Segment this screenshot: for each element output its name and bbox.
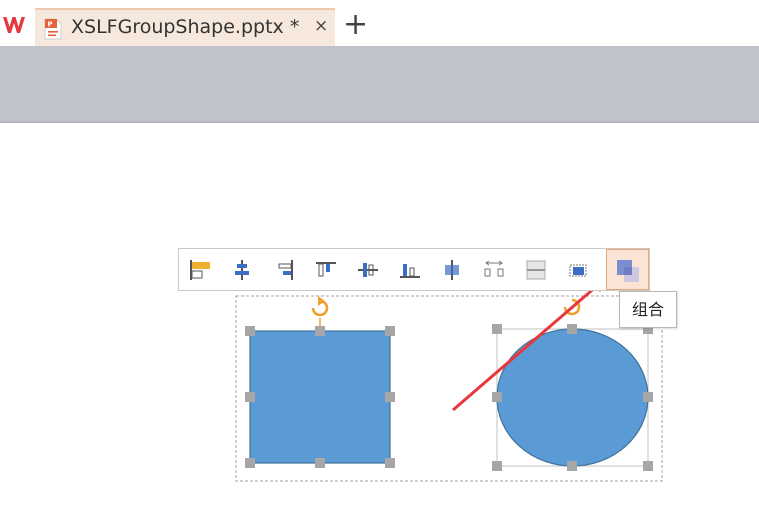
align-right-button[interactable] xyxy=(271,257,297,283)
align-top-button[interactable] xyxy=(313,257,339,283)
align-right-icon xyxy=(278,260,293,280)
align-middle-icon xyxy=(358,263,378,277)
rectangle-rotate-arrowhead xyxy=(318,296,325,306)
distribute-vertical-button[interactable] xyxy=(523,257,549,283)
ellipse-shape xyxy=(496,328,649,467)
distribute-horizontal-spacing-button[interactable] xyxy=(481,257,507,283)
group-tooltip: 组合 xyxy=(619,291,677,328)
align-bottom-button[interactable] xyxy=(397,257,423,283)
align-bottom-icon xyxy=(400,264,420,278)
rectangle-shape xyxy=(249,330,391,464)
align-middle-button[interactable] xyxy=(355,257,381,283)
distribute-horizontal-spacing-icon xyxy=(484,260,504,277)
group-button[interactable] xyxy=(606,249,649,290)
fit-to-slide-icon xyxy=(569,264,587,277)
distribute-vertical-icon xyxy=(526,260,546,280)
fit-to-slide-button[interactable] xyxy=(565,257,591,283)
align-toolbar xyxy=(178,248,650,291)
group-icon xyxy=(617,260,639,282)
align-left-button[interactable] xyxy=(187,257,213,283)
align-center-icon xyxy=(235,260,249,280)
distribute-horizontal-button[interactable] xyxy=(439,257,465,283)
align-left-icon xyxy=(190,260,210,280)
align-top-icon xyxy=(316,262,336,277)
distribute-horizontal-icon xyxy=(445,260,459,280)
align-center-button[interactable] xyxy=(229,257,255,283)
